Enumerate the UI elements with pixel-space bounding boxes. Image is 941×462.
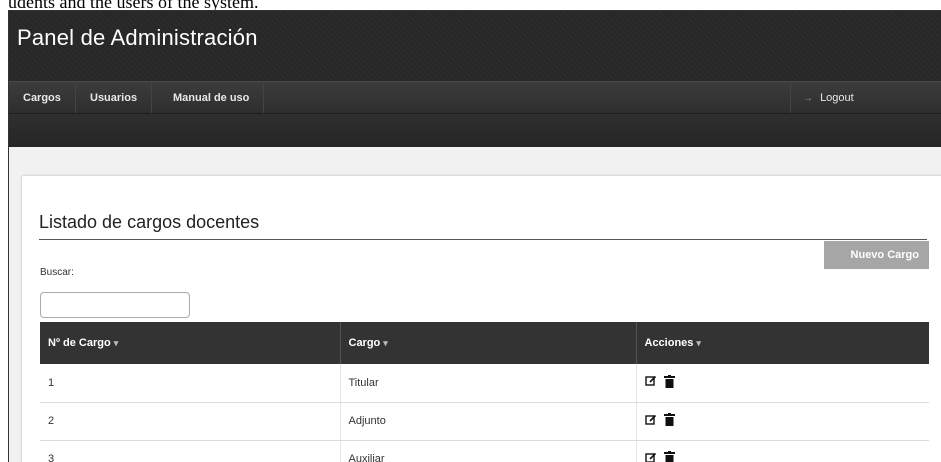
edit-icon[interactable] (644, 375, 657, 390)
cell-actions (636, 402, 929, 441)
cell-number: 1 (40, 364, 341, 403)
column-header-actions[interactable]: Acciones ▾ (636, 322, 929, 364)
column-label: Cargo (348, 337, 381, 349)
browser-frame: Panel de Administración Cargos Usuarios … (8, 10, 941, 462)
table-row: 1 Titular (40, 364, 929, 403)
trash-icon[interactable] (663, 451, 675, 462)
table-header-row: Nº de Cargo ▾ Cargo ▾ Acciones ▾ (40, 322, 929, 364)
nav-item-manual[interactable]: Manual de uso (159, 82, 265, 114)
cell-cargo: Auxiliar (340, 440, 637, 462)
logout-label: Logout (820, 92, 854, 104)
table-row: 2 Adjunto (40, 402, 929, 441)
app-title: Panel de Administración (17, 25, 258, 50)
cell-cargo: Adjunto (340, 402, 637, 441)
column-header-cargo[interactable]: Cargo ▾ (340, 322, 637, 364)
cell-actions (636, 364, 929, 403)
column-label: Acciones (644, 337, 694, 349)
sub-toolbar (9, 113, 941, 147)
app-header: Panel de Administración (9, 11, 941, 81)
search-label: Buscar: (40, 267, 74, 278)
nav-item-cargos[interactable]: Cargos (9, 82, 76, 114)
new-cargo-button[interactable]: Nuevo Cargo (824, 241, 929, 269)
sort-icon: ▾ (696, 338, 701, 348)
title-divider (39, 239, 927, 240)
table-row: 3 Auxiliar (40, 440, 929, 462)
nav-item-usuarios[interactable]: Usuarios (76, 82, 153, 114)
column-label: Nº de Cargo (48, 337, 111, 349)
trash-icon[interactable] (663, 374, 675, 391)
cell-cargo: Titular (340, 364, 637, 403)
cell-actions (636, 440, 929, 462)
page-title: Listado de cargos docentes (39, 212, 260, 232)
cell-number: 3 (40, 440, 341, 462)
search-input[interactable] (40, 292, 190, 318)
logout-link[interactable]: → Logout (790, 82, 854, 114)
main-panel: Listado de cargos docentes Nuevo Cargo B… (21, 175, 941, 462)
sort-icon: ▾ (113, 338, 119, 348)
edit-icon[interactable] (644, 452, 657, 462)
cargos-table: Nº de Cargo ▾ Cargo ▾ Acciones ▾ 1 Titular (40, 322, 929, 462)
sort-icon: ▾ (383, 338, 388, 348)
cell-number: 2 (40, 402, 341, 441)
trash-icon[interactable] (663, 413, 675, 429)
column-header-number[interactable]: Nº de Cargo ▾ (40, 322, 341, 364)
edit-icon[interactable] (644, 414, 657, 429)
main-nav: Cargos Usuarios Manual de uso → Logout (9, 81, 941, 114)
arrow-right-icon: → (803, 93, 813, 104)
